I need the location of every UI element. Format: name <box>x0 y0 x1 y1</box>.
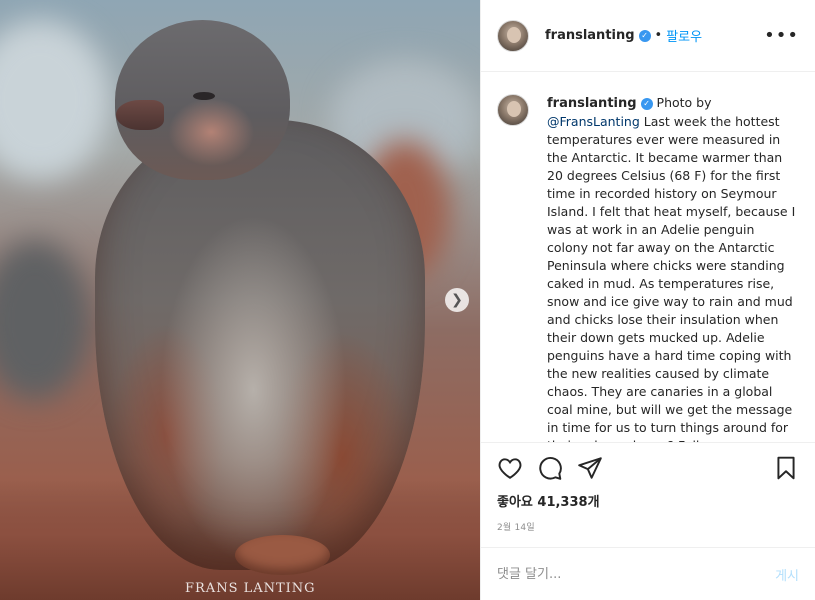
action-icon-row <box>497 453 799 483</box>
add-comment-form: 게시 <box>481 547 815 600</box>
comment-icon[interactable] <box>537 455 563 481</box>
share-icon[interactable] <box>577 455 603 481</box>
caption-username[interactable]: franslanting <box>547 96 637 111</box>
penguin-chick-body <box>95 120 425 570</box>
header-username[interactable]: franslanting <box>545 28 635 43</box>
avatar[interactable] <box>497 19 529 52</box>
comment-input[interactable] <box>497 566 776 582</box>
caption-mention-link[interactable]: @FransLanting <box>547 114 640 129</box>
separator-dot: • <box>654 28 663 43</box>
post-caption: franslanting ✓ Photo by @FransLanting Las… <box>547 94 799 442</box>
penguin-chick-beak <box>116 100 164 130</box>
background-blur <box>0 20 110 180</box>
penguin-chick-eye <box>193 92 215 100</box>
post-comment-button[interactable]: 게시 <box>775 565 799 584</box>
instagram-post: FRANS LANTING ❯ franslanting ✓ • 팔로우 •••… <box>0 0 815 600</box>
verified-icon: ✓ <box>638 29 651 42</box>
caption-avatar[interactable] <box>497 94 529 126</box>
post-header: franslanting ✓ • 팔로우 ••• <box>481 0 815 72</box>
post-date[interactable]: 2월 14일 <box>497 520 799 533</box>
caption-prefix: Photo by <box>656 95 712 110</box>
background-blur <box>0 240 90 400</box>
follow-button[interactable]: 팔로우 <box>666 26 702 45</box>
verified-icon: ✓ <box>640 97 653 110</box>
heart-icon[interactable] <box>497 455 523 481</box>
post-actions: 좋아요 41,338개 2월 14일 <box>481 442 815 533</box>
caption-text: Last week the hottest temperatures ever … <box>547 114 796 442</box>
penguin-chick-foot <box>235 535 330 575</box>
next-image-button[interactable]: ❯ <box>445 288 469 312</box>
post-image[interactable]: FRANS LANTING ❯ <box>0 0 480 600</box>
more-options-button[interactable]: ••• <box>764 25 799 46</box>
comments-area[interactable]: franslanting ✓ Photo by @FransLanting Las… <box>481 72 815 442</box>
post-side-panel: franslanting ✓ • 팔로우 ••• franslanting ✓ P… <box>480 0 815 600</box>
chevron-right-icon: ❯ <box>451 292 463 308</box>
bookmark-icon[interactable] <box>773 455 799 481</box>
photo-watermark: FRANS LANTING <box>185 581 316 596</box>
like-count[interactable]: 좋아요 41,338개 <box>497 491 799 510</box>
